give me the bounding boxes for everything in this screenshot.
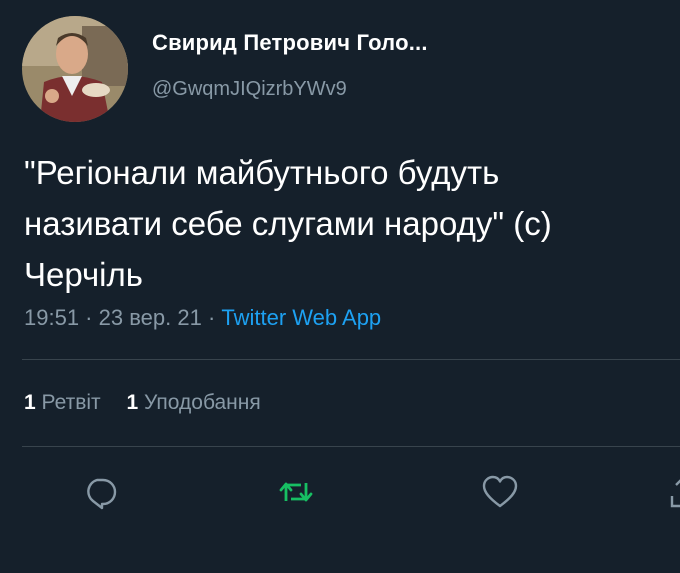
- tweet-stats: 1 Ретвіт 1 Уподобання: [24, 391, 281, 415]
- meta-separator: ·: [79, 305, 99, 330]
- divider: [22, 359, 680, 360]
- tweet-text: "Регіонали майбутнього будуть називати с…: [24, 154, 552, 293]
- meta-separator: ·: [201, 305, 222, 330]
- tweet-meta: 19:51 · 23 вер. 21 · Twitter Web App: [24, 305, 381, 331]
- tweet-time[interactable]: 19:51: [24, 305, 79, 330]
- share-icon: [668, 474, 680, 514]
- likes-count: 1: [126, 391, 139, 414]
- retweets-label: Ретвіт: [41, 391, 101, 414]
- divider: [22, 446, 680, 447]
- likes-label: Уподобання: [144, 391, 261, 414]
- retweets-count: 1: [24, 391, 36, 414]
- tweet-source[interactable]: Twitter Web App: [221, 305, 381, 330]
- retweet-button[interactable]: [276, 474, 316, 514]
- like-button[interactable]: [480, 474, 520, 514]
- retweets-stat[interactable]: 1 Ретвіт: [24, 391, 101, 414]
- display-name[interactable]: Свирид Петрович Голо...: [152, 30, 428, 56]
- share-button[interactable]: [668, 474, 680, 514]
- reply-button[interactable]: [80, 474, 120, 514]
- avatar[interactable]: [22, 16, 128, 122]
- tweet-date[interactable]: 23 вер. 21: [99, 305, 202, 330]
- reply-icon: [82, 474, 118, 515]
- likes-stat[interactable]: 1 Уподобання: [127, 391, 261, 414]
- heart-icon: [481, 474, 519, 515]
- user-handle[interactable]: @GwqmJIQizrbYWv9: [152, 78, 347, 101]
- retweet-icon: [277, 474, 315, 515]
